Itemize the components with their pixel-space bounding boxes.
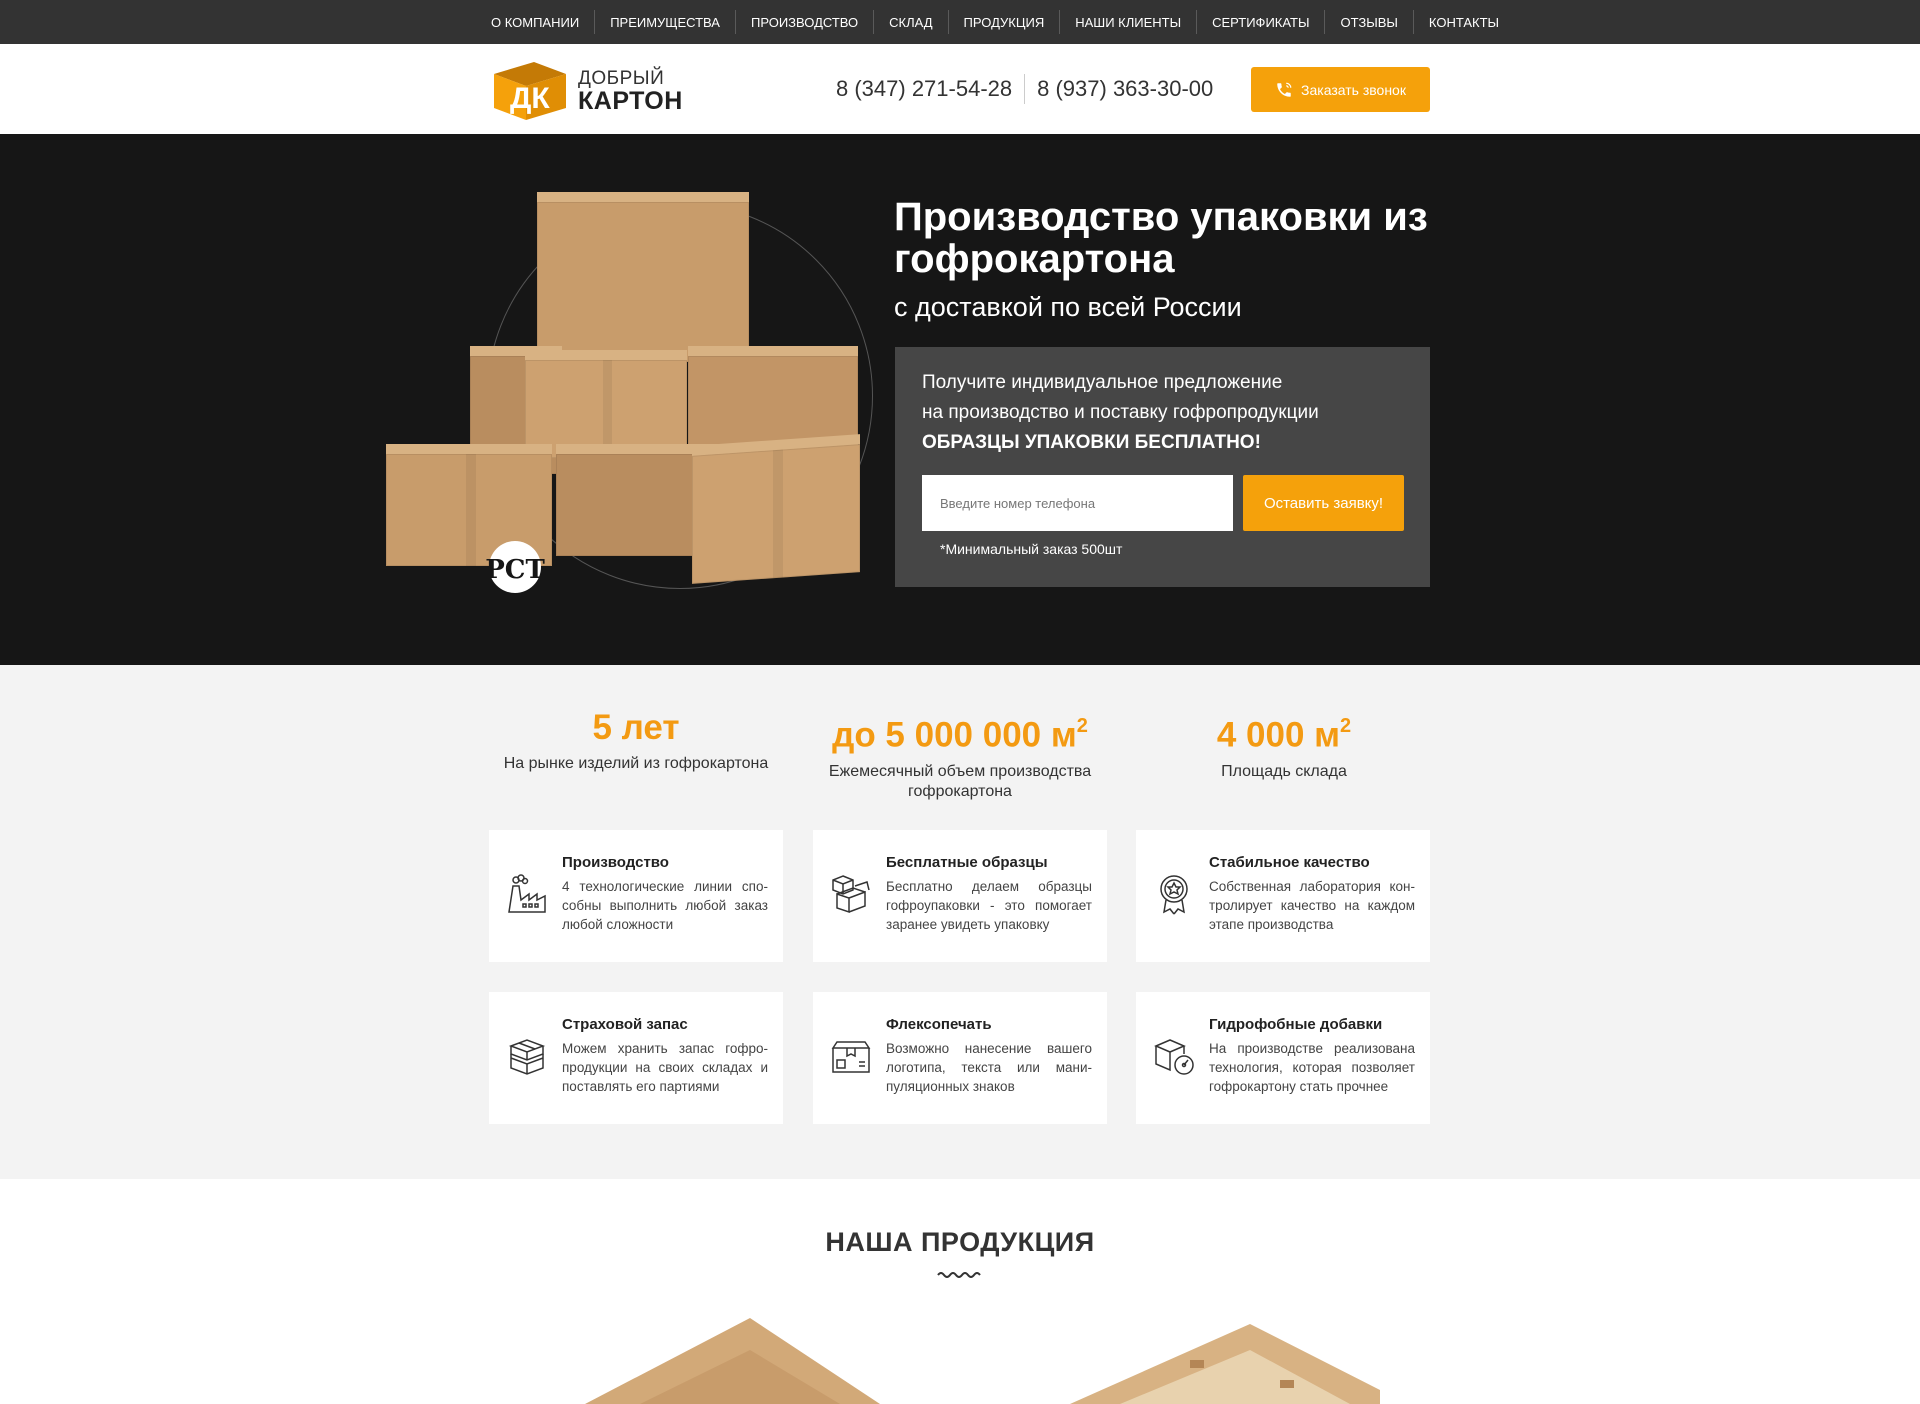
- stat-value: 5 лет: [592, 708, 680, 747]
- feature-card-hydrophobic: Гидрофобные добавки На производстве реал…: [1136, 992, 1430, 1124]
- nav-item-advantages[interactable]: ПРЕИМУЩЕСТВА: [595, 15, 735, 30]
- stat-volume: до 5 000 000 м2 Ежемесячный объем произв…: [810, 708, 1110, 802]
- feature-title: Бесплатные образцы: [886, 854, 1048, 871]
- feature-text: Можем хранить запас гофро-продукции на с…: [562, 1041, 768, 1094]
- feature-card-production: Производство 4 технологические линии спо…: [489, 830, 783, 962]
- nav-item-warehouse[interactable]: СКЛАД: [874, 15, 947, 30]
- nav-item-production[interactable]: ПРОИЗВОДСТВО: [736, 15, 873, 30]
- feature-title: Производство: [562, 854, 669, 871]
- feature-title: Флексопечать: [886, 1016, 992, 1033]
- svg-text:РСТ: РСТ: [485, 555, 545, 585]
- factory-icon: [508, 874, 546, 913]
- nav-item-contacts[interactable]: КОНТАКТЫ: [1414, 15, 1514, 30]
- features-section: 5 лет На рынке изделий из гофрокартона д…: [0, 665, 1920, 1179]
- stat-label: На рынке изделий из гофрокартона: [503, 755, 769, 772]
- product-image-box-tray[interactable]: [1070, 1320, 1380, 1404]
- hero-title: Производство упаковки из гофрокартона: [894, 195, 1428, 281]
- site-header: ДК ДОБРЫЙ КАРТОН 8 (347) 271-54-28 8 (93…: [0, 44, 1920, 134]
- feature-text: Возможно нанесение вашего логотипа, текс…: [886, 1041, 1092, 1094]
- phone-icon: [1277, 82, 1292, 97]
- top-navigation: О КОМПАНИИ ПРЕИМУЩЕСТВА ПРОИЗВОДСТВО СКЛ…: [0, 0, 1920, 44]
- feature-title: Стабильное качество: [1209, 854, 1370, 871]
- printed-box-icon: [831, 1041, 871, 1073]
- feature-card-quality: Стабильное качество Собственная лаборато…: [1136, 830, 1430, 962]
- offer-text-line2: на производство и поставку гофропродукци…: [922, 402, 1319, 423]
- phone-number-1[interactable]: 8 (347) 271-54-28: [836, 76, 1012, 102]
- stat-value: до 5 000 000 м2: [832, 715, 1088, 755]
- feature-title: Гидрофобные добавки: [1209, 1016, 1383, 1033]
- submit-request-button[interactable]: Оставить заявку!: [1243, 475, 1404, 531]
- box-gauge-icon: [1154, 1039, 1194, 1075]
- stat-label: Площадь склада: [1221, 762, 1347, 780]
- min-order-note: *Минимальный заказ 500шт: [940, 541, 1123, 557]
- hero-subtitle: с доставкой по всей России: [894, 292, 1242, 322]
- products-title: НАША ПРОДУКЦИЯ: [825, 1227, 1095, 1257]
- callback-button[interactable]: Заказать звонок: [1251, 67, 1430, 112]
- hero-section: РСТ Производство упаковки из гофрокартон…: [0, 134, 1920, 665]
- nav-item-reviews[interactable]: ОТЗЫВЫ: [1325, 15, 1412, 30]
- phone-numbers: 8 (347) 271-54-28 8 (937) 363-30-00: [836, 72, 1213, 106]
- boxes-icon: [832, 875, 870, 914]
- phone-input[interactable]: [922, 475, 1233, 531]
- rst-certification-icon: РСТ: [483, 537, 545, 593]
- logo-mark-icon: ДК: [494, 62, 566, 120]
- logo[interactable]: ДК ДОБРЫЙ КАРТОН: [490, 58, 690, 122]
- phone-number-2[interactable]: 8 (937) 363-30-00: [1037, 76, 1213, 102]
- nav-item-products[interactable]: ПРОДУКЦИЯ: [949, 15, 1060, 30]
- box-stack-icon: [508, 1039, 546, 1075]
- offer-highlight: ОБРАЗЦЫ УПАКОВКИ БЕСПЛАТНО!: [922, 432, 1261, 453]
- phone-divider: [1024, 74, 1026, 104]
- box-top: [537, 192, 749, 362]
- stat-label: Ежемесячный объем производства гофрокарт…: [828, 762, 1092, 800]
- feature-text: 4 технологические линии спо-собны выполн…: [562, 879, 768, 932]
- offer-form: Получите индивидуальное предложение на п…: [895, 347, 1430, 587]
- feature-text: Собственная лаборатория кон-тролирует ка…: [1209, 879, 1415, 932]
- stat-warehouse: 4 000 м2 Площадь склада: [1134, 708, 1434, 782]
- logo-text-bottom: КАРТОН: [578, 87, 683, 115]
- svg-text:ДК: ДК: [510, 82, 550, 115]
- stat-value: 4 000 м2: [1216, 715, 1352, 755]
- stat-years: 5 лет На рынке изделий из гофрокартона: [486, 708, 786, 774]
- feature-text: Бесплатно делаем образцы гофроупаковки -…: [886, 879, 1092, 932]
- callback-label: Заказать звонок: [1301, 81, 1406, 98]
- feature-card-samples: Бесплатные образцы Бесплатно делаем обра…: [813, 830, 1107, 962]
- feature-text: На производстве реализована технология, …: [1209, 1041, 1415, 1094]
- nav-item-certificates[interactable]: СЕРТИФИКАТЫ: [1197, 15, 1324, 30]
- wave-divider-icon: [937, 1272, 981, 1278]
- quality-badge-icon: [1160, 875, 1188, 915]
- feature-card-flexoprint: Флексопечать Возможно нанесение вашего л…: [813, 992, 1107, 1124]
- product-image-box-closed[interactable]: [580, 1310, 880, 1404]
- box-bottom-right: [692, 434, 860, 584]
- nav-item-about[interactable]: О КОМПАНИИ: [476, 15, 594, 30]
- nav-item-clients[interactable]: НАШИ КЛИЕНТЫ: [1060, 15, 1196, 30]
- feature-card-stock: Страховой запас Можем хранить запас гофр…: [489, 992, 783, 1124]
- feature-title: Страховой запас: [562, 1016, 688, 1033]
- offer-text-line1: Получите индивидуальное предложение: [922, 372, 1283, 393]
